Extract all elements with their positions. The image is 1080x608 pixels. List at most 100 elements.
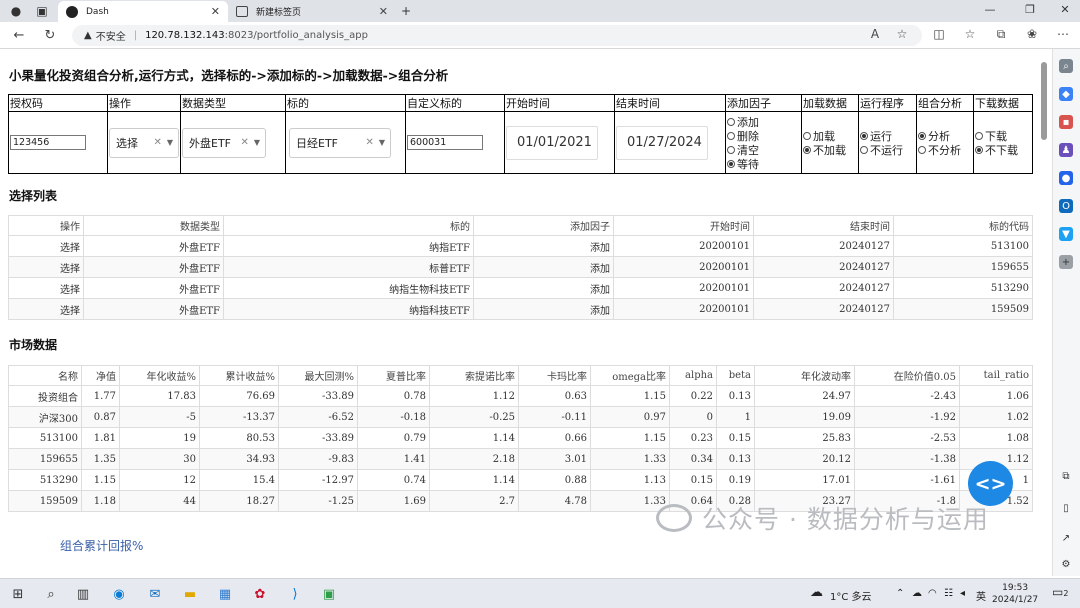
factor-radio-add[interactable]: 添加 [727, 115, 800, 129]
load-radio-noload[interactable]: 不加载 [803, 143, 857, 157]
column-header: 在险价值0.05 [854, 365, 960, 386]
clock[interactable]: 19:53 2024/1/27 [992, 582, 1038, 606]
address-bar[interactable]: ▲ 不安全 | 120.78.132.143 :8023/portfolio_a… [72, 25, 922, 46]
task-view-icon[interactable]: ▥ [74, 585, 92, 603]
back-icon[interactable]: ← [11, 28, 27, 43]
tab-new[interactable]: 新建标签页 ✕ [228, 1, 396, 22]
auth-code-input[interactable]: 123456 [10, 135, 86, 150]
menu-icon[interactable]: ⋯ [1054, 27, 1072, 41]
table-row[interactable]: 513100 1.81 19 80.53 -33.89 0.79 1.14 0.66 1.15 0… [8, 427, 1033, 449]
search-icon[interactable]: ⌕ [42, 585, 60, 603]
table-row[interactable]: 投资组合 1.77 17.83 76.69 -33.89 0.78 1.12 0.63 1.15… [8, 385, 1033, 407]
load-radio-load[interactable]: 加载 [803, 129, 857, 143]
network-icon[interactable]: ☷ [944, 588, 953, 599]
terminal-app-icon[interactable]: ▣ [320, 585, 338, 603]
favorites-icon[interactable]: ☆ [961, 27, 979, 41]
copilot-icon[interactable]: ● [1059, 171, 1073, 185]
close-tab-icon[interactable]: ✕ [379, 5, 388, 18]
header-datatype: 数据类型 [180, 94, 286, 112]
radio-icon [727, 159, 735, 168]
split-screen-icon[interactable]: ◫ [930, 27, 948, 41]
input-language[interactable]: 英 [976, 588, 986, 603]
huawei-icon[interactable]: ✿ [251, 585, 269, 603]
add-sidebar-icon[interactable]: + [1059, 255, 1073, 269]
close-window-icon[interactable]: ✕ [1055, 3, 1075, 16]
outlook-icon[interactable]: O [1059, 199, 1073, 213]
radio-icon [918, 131, 926, 140]
clear-icon[interactable]: ✕ [240, 137, 248, 148]
table-row[interactable]: 选择 外盘ETF 纳指生物科技ETF 添加 20200101 20240127 513290 [8, 277, 1033, 299]
download-radio-download[interactable]: 下载 [975, 129, 1031, 143]
profile-icon[interactable]: ● [8, 3, 24, 19]
mail-icon[interactable]: ✉ [146, 585, 164, 603]
vscode-icon[interactable]: ⟩ [286, 585, 304, 603]
collections-icon[interactable]: ⧉ [992, 27, 1010, 42]
radio-icon [727, 145, 735, 154]
start-date-input[interactable]: 01/01/2021 [506, 125, 598, 160]
store-icon[interactable]: ▦ [216, 585, 234, 603]
code-toggle-button[interactable]: <> [968, 461, 1013, 506]
clear-icon[interactable]: ✕ [365, 137, 373, 148]
factor-radio-clear[interactable]: 清空 [727, 143, 800, 157]
table-cell: 1.18 [81, 490, 120, 512]
settings-gear-icon[interactable]: ⚙ [1059, 557, 1073, 571]
tag-icon[interactable]: ◆ [1059, 87, 1073, 101]
datatype-dropdown[interactable]: 外盘ETF ✕ ▼ [182, 127, 266, 158]
analyze-radio-noanalyze[interactable]: 不分析 [918, 143, 972, 157]
download-radio-nodownload[interactable]: 不下载 [975, 143, 1031, 157]
factor-radio-delete[interactable]: 删除 [727, 129, 800, 143]
tab-title: Dash [86, 6, 109, 17]
run-radio-norun[interactable]: 不运行 [860, 143, 915, 157]
minimize-icon[interactable]: — [980, 3, 1000, 16]
table-row[interactable]: 159655 1.35 30 34.93 -9.83 1.41 2.18 3.01 1.33 0.… [8, 448, 1033, 470]
games-icon[interactable]: ♟ [1059, 143, 1073, 157]
external-link-icon[interactable]: ↗ [1059, 531, 1073, 545]
file-explorer-icon[interactable]: ▬ [181, 585, 199, 603]
restore-icon[interactable]: ❐ [1020, 3, 1040, 16]
toolbox-icon[interactable]: ▪ [1059, 115, 1073, 129]
factor-radio-wait[interactable]: 等待 [727, 157, 800, 171]
table-row[interactable]: 沪深300 0.87 -5 -13.37 -6.52 -0.18 -0.25 -0.11 0.9… [8, 406, 1033, 428]
table-row[interactable]: 选择 外盘ETF 标普ETF 添加 20200101 20240127 159655 [8, 256, 1033, 278]
scrollbar-thumb[interactable] [1041, 62, 1047, 140]
end-date-input[interactable]: 01/27/2024 [616, 125, 708, 160]
table-cell: 1.14 [429, 427, 519, 449]
table-cell: 513100 [8, 427, 82, 449]
analyze-radio-analyze[interactable]: 分析 [918, 129, 972, 143]
table-row[interactable]: 选择 外盘ETF 纳指科技ETF 添加 20200101 20240127 159509 [8, 298, 1033, 320]
refresh-icon[interactable]: ↻ [42, 28, 58, 43]
column-header: 净值 [81, 365, 120, 386]
cloud-tray-icon[interactable]: ☁ [912, 588, 922, 599]
wifi-icon[interactable]: ◠ [928, 588, 937, 599]
windows-start-icon[interactable]: ⊞ [9, 585, 27, 603]
page-scrollbar[interactable] [1040, 52, 1048, 574]
run-radio-run[interactable]: 运行 [860, 129, 915, 143]
table-row[interactable]: 选择 外盘ETF 纳指ETF 添加 20200101 20240127 513100 [8, 235, 1033, 257]
volume-icon[interactable]: ◂ [960, 588, 965, 599]
table-cell: 0.15 [716, 427, 755, 449]
sidebar-layout-icon[interactable]: ▯ [1059, 501, 1073, 515]
clear-icon[interactable]: ✕ [153, 137, 161, 148]
notification-icon[interactable]: ▭2 [1052, 585, 1068, 599]
screenshot-icon[interactable]: ⧉ [1059, 469, 1073, 483]
close-tab-icon[interactable]: ✕ [211, 5, 220, 18]
read-aloud-icon[interactable]: A [866, 27, 884, 41]
table-cell: 选择 [8, 277, 84, 299]
new-tab-icon[interactable]: + [398, 3, 414, 19]
table-cell: 添加 [473, 298, 614, 320]
tab-dash[interactable]: Dash ✕ [58, 1, 228, 22]
table-row[interactable]: 513290 1.15 12 15.4 -12.97 0.74 1.14 0.88 1.13 0.… [8, 469, 1033, 491]
workspaces-icon[interactable]: ▣ [34, 3, 50, 19]
extensions-icon[interactable]: ❀ [1023, 27, 1041, 41]
drop-icon[interactable]: ▼ [1059, 227, 1073, 241]
radio-icon [860, 145, 868, 154]
tray-chevron-up-icon[interactable]: ⌃ [896, 588, 904, 599]
target-dropdown[interactable]: 日经ETF ✕ ▼ [289, 127, 391, 158]
table-cell: 513290 [8, 469, 82, 491]
custom-target-input[interactable]: 600031 [407, 135, 483, 150]
favorite-star-icon[interactable]: ☆ [893, 27, 911, 41]
edge-icon[interactable]: ◉ [110, 585, 128, 603]
search-icon[interactable]: ⌕ [1059, 59, 1073, 73]
operation-dropdown[interactable]: 选择 ✕ ▼ [109, 127, 179, 158]
weather-text[interactable]: 1°C 多云 [830, 588, 872, 603]
